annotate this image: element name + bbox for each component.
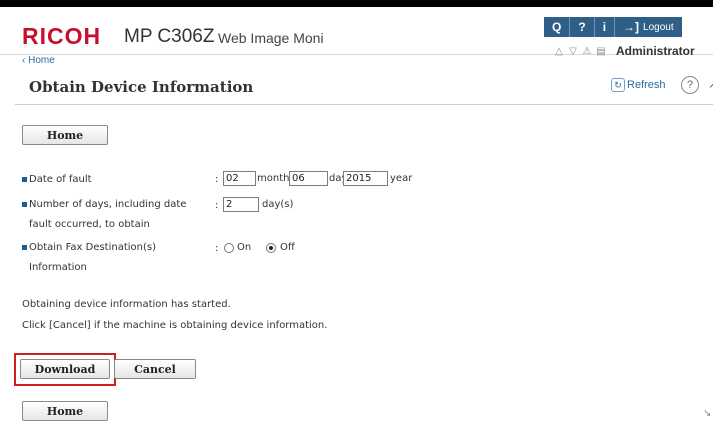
fax-on-label: On — [237, 242, 252, 253]
date-of-fault-text: Date of fault — [29, 174, 92, 185]
year-unit: year — [390, 173, 413, 184]
logout-label: Logout — [643, 21, 674, 33]
app-title: Web Image Moni — [218, 30, 324, 46]
page-help-icon[interactable]: ? — [681, 76, 699, 94]
number-of-days-line1: Number of days, including date — [29, 199, 187, 210]
status-message-line2: Click [Cancel] if the machine is obtaini… — [22, 320, 328, 331]
days-unit: day(s) — [262, 199, 294, 210]
help-icon[interactable]: ? — [569, 17, 593, 37]
status-message-line1: Obtaining device information has started… — [22, 299, 231, 310]
refresh-label: Refresh — [627, 79, 666, 91]
days-input[interactable]: 2 — [223, 197, 259, 212]
breadcrumb-arrow-icon: ‹ — [22, 55, 26, 66]
fax-off-label: Off — [280, 242, 295, 253]
app-header: RICOH MP C306Z Web Image Moni Q ? i →] L… — [0, 7, 713, 58]
search-icon[interactable]: Q — [544, 17, 569, 37]
device-model: MP C306Z — [124, 26, 215, 47]
top-black-bar — [0, 0, 713, 7]
refresh-icon: ↻ — [611, 78, 625, 92]
month-unit: month — [257, 173, 290, 184]
page-title: Obtain Device Information — [29, 78, 254, 96]
day-input[interactable]: 06 — [289, 171, 328, 186]
device-status-row: △ ▽ ⚠ ▤ Administrator — [552, 44, 695, 58]
document-status-icon[interactable]: ▤ — [594, 46, 608, 57]
obtain-fax-line1: Obtain Fax Destination(s) — [29, 242, 157, 253]
fax-on-radio[interactable] — [224, 243, 234, 253]
page-title-bar: Obtain Device Information ↻ Refresh ? ↗ — [15, 69, 713, 105]
refresh-button[interactable]: ↻ Refresh — [611, 78, 666, 92]
ricoh-logo: RICOH — [22, 23, 102, 49]
printer-status-icon[interactable]: △ — [552, 46, 566, 57]
colon: : — [215, 200, 219, 211]
year-input[interactable]: 2015 — [343, 171, 388, 186]
obtain-fax-line2: Information — [29, 262, 87, 273]
info-icon[interactable]: i — [593, 17, 614, 37]
obtain-fax-label: Obtain Fax Destination(s) Information — [22, 239, 212, 276]
logout-icon: →] — [623, 20, 640, 34]
home-button-bottom[interactable]: Home — [22, 401, 108, 421]
colon: : — [215, 243, 219, 254]
bullet-icon — [22, 176, 27, 182]
breadcrumb: ‹ Home — [22, 55, 55, 66]
logged-in-user: Administrator — [616, 44, 695, 58]
scroll-down-icon[interactable]: ↘ — [703, 408, 711, 419]
logout-button[interactable]: →] Logout — [614, 17, 682, 37]
number-of-days-line2: fault occurred, to obtain — [29, 219, 150, 230]
number-of-days-label: Number of days, including date fault occ… — [22, 196, 212, 233]
download-button[interactable]: Download — [20, 359, 110, 379]
home-button-top[interactable]: Home — [22, 125, 108, 145]
fax-off-radio[interactable] — [266, 243, 276, 253]
colon: : — [215, 174, 219, 185]
warning-status-icon[interactable]: ⚠ — [580, 46, 594, 57]
month-input[interactable]: 02 — [223, 171, 256, 186]
bullet-icon — [22, 201, 27, 207]
cancel-button[interactable]: Cancel — [114, 359, 196, 379]
collapse-icon[interactable]: ↗ — [708, 77, 713, 91]
date-of-fault-label: Date of fault — [22, 171, 92, 188]
header-toolbar: Q ? i →] Logout — [544, 17, 682, 37]
breadcrumb-home-link[interactable]: Home — [28, 55, 55, 66]
supply-status-icon[interactable]: ▽ — [566, 46, 580, 57]
bullet-icon — [22, 244, 27, 250]
